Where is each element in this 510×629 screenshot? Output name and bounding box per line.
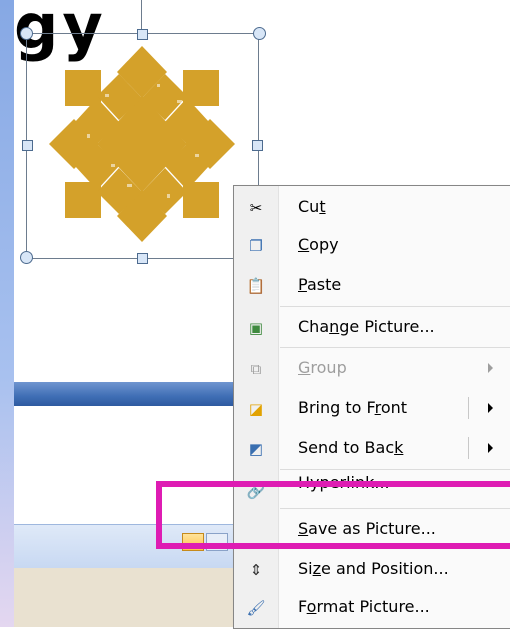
menu-item-copy[interactable]: ❐ Copy (234, 226, 510, 264)
menu-item-label: Send to Back (298, 438, 404, 457)
size-position-icon: ⇕ (249, 561, 263, 579)
paste-icon: 📋 (246, 277, 266, 295)
scissors-icon: ✂ (249, 199, 263, 217)
menu-item-label: Size and Position... (298, 559, 449, 578)
diamond-logo-image (49, 46, 235, 242)
resize-handle-top-right[interactable] (253, 27, 266, 40)
resize-handle-bottom[interactable] (137, 253, 148, 264)
menu-item-size-and-position[interactable]: ⇕ Size and Position... (234, 550, 510, 588)
context-menu: ✂ Cut ❐ Copy 📋 Paste ▣ Change Picture...… (233, 185, 510, 629)
submenu-arrow-icon[interactable] (488, 403, 493, 413)
menu-item-label: Paste (298, 275, 342, 294)
format-picture-icon: 🖌 (246, 599, 266, 617)
change-picture-icon: ▣ (248, 319, 264, 337)
menu-separator (280, 306, 510, 307)
menu-item-change-picture[interactable]: ▣ Change Picture... (234, 308, 510, 346)
highlight-annotation-box (156, 481, 510, 549)
menu-item-cut[interactable]: ✂ Cut (234, 188, 510, 226)
send-to-back-icon: ◩ (248, 440, 264, 458)
menu-item-label: Bring to Front (298, 398, 408, 417)
split-separator (468, 397, 469, 419)
menu-item-group[interactable]: ⧉ Group (234, 349, 510, 387)
resize-handle-right[interactable] (252, 140, 263, 151)
resize-handle-top-left[interactable] (20, 27, 33, 40)
copy-icon: ❐ (249, 237, 263, 255)
group-icon: ⧉ (250, 360, 262, 378)
menu-item-send-to-back[interactable]: ◩ Send to Back (234, 429, 510, 467)
menu-item-format-picture[interactable]: 🖌 Format Picture... (234, 588, 510, 626)
submenu-arrow-icon[interactable] (488, 443, 493, 453)
split-separator (468, 437, 469, 459)
bring-to-front-icon: ◪ (248, 400, 264, 418)
menu-item-label: Cut (298, 197, 326, 216)
menu-separator (280, 347, 510, 348)
menu-separator (280, 469, 510, 470)
menu-item-label: Group (298, 358, 347, 377)
selected-picture[interactable] (20, 27, 266, 264)
resize-handle-left[interactable] (22, 140, 33, 151)
resize-handle-bottom-left[interactable] (20, 251, 33, 264)
resize-handle-top[interactable] (137, 29, 148, 40)
menu-item-paste[interactable]: 📋 Paste (234, 266, 510, 304)
slide-thumbnail-strip[interactable] (0, 0, 14, 627)
submenu-arrow-icon (488, 363, 493, 373)
menu-item-label: Format Picture... (298, 597, 430, 616)
menu-item-label: Change Picture... (298, 317, 435, 336)
menu-item-bring-to-front[interactable]: ◪ Bring to Front (234, 389, 510, 427)
menu-item-label: Copy (298, 235, 339, 254)
